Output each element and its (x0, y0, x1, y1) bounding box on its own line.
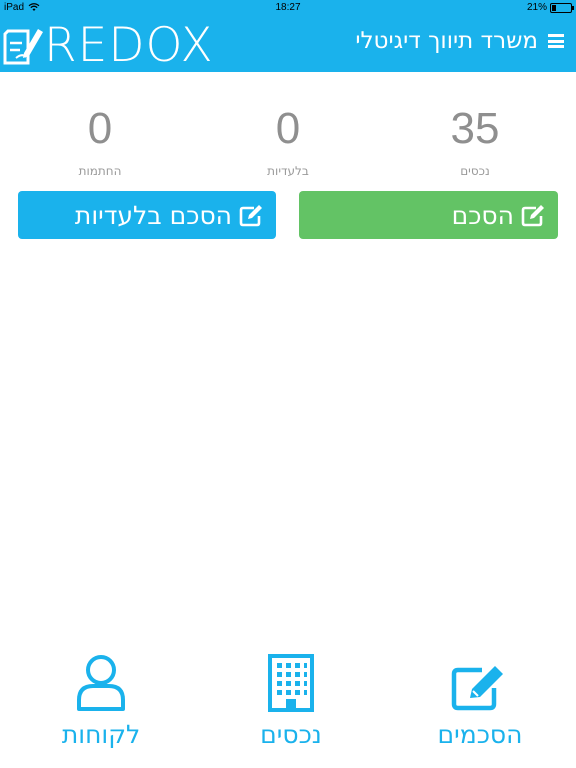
tab-properties[interactable]: נכסים (221, 650, 361, 749)
tab-agreements[interactable]: הסכמים (410, 650, 550, 749)
header-title-group[interactable]: משרד תיווך דיגיטלי (355, 28, 564, 54)
logo-text: REDOX (44, 17, 214, 73)
edit-icon (521, 205, 544, 227)
status-time: 18:27 (275, 2, 301, 13)
agreement-button-label: הסכם (451, 200, 514, 230)
building-icon (268, 654, 314, 712)
tab-clients-label: לקוחות (61, 720, 141, 749)
tab-clients[interactable]: לקוחות (31, 650, 171, 749)
agreement-button[interactable]: הסכם (299, 191, 558, 239)
stat-signatures: 0 החתמות (40, 100, 160, 178)
user-icon (77, 655, 125, 711)
status-bar: iPad 18:27 21% (0, 0, 576, 17)
tab-agreements-label: הסכמים (437, 720, 523, 749)
stat-properties: 35 נכסים (415, 100, 535, 178)
battery-percent: 21% (526, 2, 547, 13)
stat-signatures-label: החתמות (78, 164, 122, 178)
stat-properties-label: נכסים (460, 164, 490, 178)
stat-exclusives-value: 0 (275, 104, 301, 153)
app-header: REDOX משרד תיווך דיגיטלי (0, 17, 576, 72)
exclusive-agreement-button[interactable]: הסכם בלעדיות (18, 191, 276, 239)
battery-icon (550, 2, 574, 13)
stat-properties-value: 35 (450, 104, 500, 153)
exclusive-agreement-button-label: הסכם בלעדיות (74, 200, 232, 230)
edit-icon (451, 666, 503, 711)
page-title: משרד תיווך דיגיטלי (355, 28, 538, 54)
stat-exclusives-label: בלעדיות (267, 164, 309, 178)
stat-exclusives: 0 בלעדיות (228, 100, 348, 178)
logo[interactable]: REDOX (2, 20, 214, 70)
stat-signatures-value: 0 (87, 104, 113, 153)
tab-properties-label: נכסים (260, 720, 322, 749)
status-right: 21% (526, 2, 574, 13)
logo-document-icon (3, 29, 43, 65)
hamburger-menu-icon[interactable] (548, 34, 564, 48)
edit-icon (239, 205, 262, 227)
